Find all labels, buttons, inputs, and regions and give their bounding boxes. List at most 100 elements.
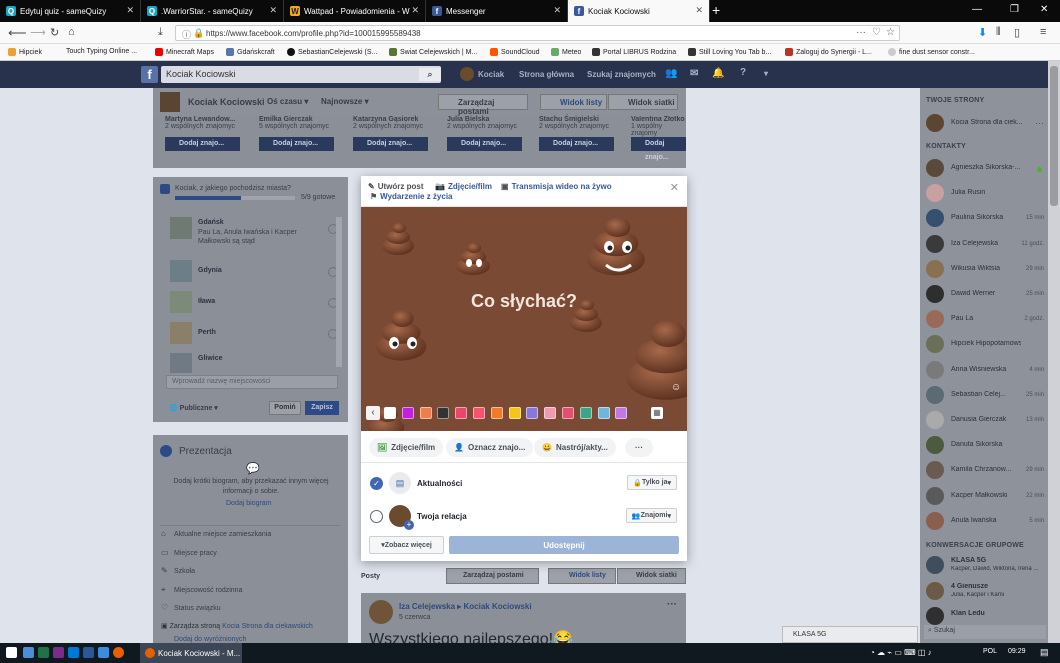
restore-icon[interactable]: ❐ xyxy=(1010,4,1019,15)
taskbar-active-app[interactable]: Kociak Kociowski - M... xyxy=(140,643,242,663)
post-date[interactable]: 5 czerwca xyxy=(399,614,431,621)
group-chat-item[interactable]: Klan Ledu xyxy=(926,607,1046,627)
bookmark-item[interactable]: Meteo xyxy=(551,48,581,56)
background-swatch[interactable] xyxy=(401,407,414,419)
skip-button[interactable]: Pomiń xyxy=(269,401,301,415)
library-icon[interactable]: ⫴ xyxy=(996,26,1001,39)
reload-icon[interactable]: ↻ xyxy=(50,26,59,39)
add-featured-link[interactable]: Dodaj do wyróżnionych xyxy=(174,636,246,643)
group-chat-item[interactable]: KLASA 5G Kacper, Dawid, Wiktoria, Irena … xyxy=(926,556,1046,576)
post-background[interactable]: Co słychać? ☺ ‹ ▦ xyxy=(361,207,687,431)
close-icon[interactable]: ✕ xyxy=(411,5,419,16)
download-status-icon[interactable]: ⤓ xyxy=(158,26,163,39)
bookmark-item[interactable]: Gdańskcraft xyxy=(226,48,275,56)
back-arrow-icon[interactable]: ‹ xyxy=(366,406,380,420)
contact-item[interactable]: Kamila Chrzanow... 29 min xyxy=(926,461,1046,481)
chat-search-input[interactable]: ⌕ Szukaj xyxy=(924,625,1046,639)
excel-icon[interactable] xyxy=(38,647,49,658)
chat-tab[interactable]: KLASA 5G xyxy=(782,626,918,643)
browser-tab[interactable]: Q .WarriorStar. - sameQuizy ✕ xyxy=(141,0,284,22)
city-option[interactable]: Gdynia xyxy=(170,258,340,286)
avatar[interactable] xyxy=(369,600,393,624)
post-prompt[interactable]: Co słychać? xyxy=(361,291,687,312)
save-button[interactable]: Zapisz xyxy=(305,401,339,415)
city-option[interactable]: Iława xyxy=(170,289,340,317)
contact-item[interactable]: Anna Wiśniewska 4 min xyxy=(926,360,1046,381)
profile-name[interactable]: Kociak Kociowski xyxy=(188,97,265,107)
tray-icons[interactable]: ◔ ☁ ⌁ ▭ ⌨ ◫ ♪ xyxy=(870,648,932,657)
avatar[interactable] xyxy=(160,92,180,112)
city-option[interactable]: Gliwice xyxy=(170,351,340,373)
contact-item[interactable]: Danusia Gierczak 13 min xyxy=(926,411,1046,431)
contact-item[interactable]: Wikusia Wiktsia 29 min xyxy=(926,259,1046,280)
city-option[interactable]: Perth xyxy=(170,320,340,348)
contact-item[interactable]: Anula Iwańska 5 min xyxy=(926,511,1046,532)
sidebar-icon[interactable]: ▯ xyxy=(1014,26,1020,39)
tab-create-post[interactable]: ✎ Utwórz post xyxy=(368,182,423,191)
more-options-icon[interactable]: ··· xyxy=(625,438,653,457)
clock[interactable]: 09:29 xyxy=(1008,648,1026,655)
windows-start-icon[interactable] xyxy=(6,647,17,658)
see-more-button[interactable]: ▾ Zobacz więcej xyxy=(369,536,444,554)
share-button[interactable]: Udostępnij xyxy=(449,536,679,554)
bookmark-item[interactable]: Minecraft Maps xyxy=(155,48,214,56)
background-swatch[interactable] xyxy=(384,407,396,419)
list-scrollbar[interactable] xyxy=(336,217,342,367)
mail-icon[interactable] xyxy=(68,647,79,658)
back-icon[interactable]: ⟵ xyxy=(8,25,27,41)
intro-item[interactable]: Miejscowość rodzinna xyxy=(174,587,242,594)
intro-item[interactable]: Aktualne miejsce zamieszkania xyxy=(174,531,271,538)
browser-tab[interactable]: Q Edytuj quiz - sameQuizy ✕ xyxy=(0,0,141,22)
background-swatch[interactable] xyxy=(473,407,485,419)
emoji-icon[interactable]: ☺ xyxy=(671,382,681,393)
page-item[interactable]: Kocia Strona dla ciek... ··· xyxy=(926,114,1046,134)
scrollbar-thumb[interactable] xyxy=(1050,66,1058,206)
add-friend-button[interactable]: Dodaj znajo... xyxy=(631,137,686,161)
intro-item[interactable]: Status związku xyxy=(174,605,221,612)
add-friend-button[interactable]: Dodaj znajo... xyxy=(259,137,334,151)
grid-view-button[interactable]: Widok siatki xyxy=(608,94,678,110)
more-options-icon[interactable]: ··· xyxy=(667,599,677,610)
feed-privacy-dropdown[interactable]: 🔒 Tylko ja ▾ xyxy=(627,475,677,490)
background-swatch[interactable] xyxy=(544,407,557,419)
home-link[interactable]: Strona główna xyxy=(519,70,574,79)
notification-center-icon[interactable]: ▤ xyxy=(1040,647,1049,658)
menu-icon[interactable]: ≡ xyxy=(1040,26,1046,38)
friend-requests-icon[interactable]: 👥 xyxy=(665,68,677,79)
grid-icon[interactable]: ▦ xyxy=(651,407,663,419)
add-friend-button[interactable]: Dodaj znajo... xyxy=(539,137,614,151)
forward-icon[interactable]: ⟶ xyxy=(30,26,46,39)
contact-item[interactable]: Iza Celejewska 11 godz. xyxy=(926,234,1046,255)
tab-photo-video[interactable]: 📷 Zdjęcie/film xyxy=(435,182,492,191)
browser-tab[interactable]: W Wattpad - Powiadomienia - W ✕ xyxy=(284,0,426,22)
add-friend-button[interactable]: Dodaj znajo... xyxy=(165,137,240,151)
find-friends-link[interactable]: Szukaj znajomych xyxy=(587,70,656,79)
grid-view-button[interactable]: Widok siatki xyxy=(617,568,686,584)
timeline-dropdown[interactable]: Oś czasu ▾ xyxy=(267,97,308,106)
profile-link[interactable]: Kociak xyxy=(478,70,504,79)
city-input[interactable]: Wprowadź nazwę miejscowości xyxy=(166,375,338,389)
background-swatch[interactable] xyxy=(455,407,468,419)
word-icon[interactable] xyxy=(83,647,94,658)
messages-icon[interactable]: ✉ xyxy=(690,68,698,79)
intro-item[interactable]: Szkoła xyxy=(174,568,195,575)
contact-item[interactable]: Agnieszka Sikorska-... xyxy=(926,159,1046,179)
help-icon[interactable]: ? xyxy=(740,67,746,78)
add-bio-link[interactable]: Dodaj biogram xyxy=(226,500,272,507)
chevron-down-icon[interactable]: ▾ xyxy=(764,69,768,78)
tag-friends-button[interactable]: 👤 Oznacz znajo... xyxy=(446,438,534,457)
minimize-icon[interactable]: — xyxy=(972,4,982,15)
background-swatch[interactable] xyxy=(526,407,539,419)
page-link[interactable]: Kocia Strona dla ciekawskich xyxy=(222,623,313,630)
language-indicator[interactable]: POL xyxy=(983,648,997,655)
home-icon[interactable]: ⌂ xyxy=(68,26,75,38)
facebook-search-input[interactable]: Kociak Kociowski ⌕ xyxy=(161,66,441,83)
contact-item[interactable]: Pau La 2 godz. xyxy=(926,310,1046,330)
firefox-icon[interactable] xyxy=(113,647,124,658)
add-friend-button[interactable]: Dodaj znajo... xyxy=(447,137,522,151)
star-icon[interactable]: ☆ xyxy=(886,27,895,38)
bookmark-item[interactable]: SoundCloud xyxy=(490,48,540,56)
privacy-dropdown[interactable]: 🌐 Publiczne ▾ xyxy=(169,404,218,412)
add-friend-button[interactable]: Dodaj znajo... xyxy=(353,137,428,151)
post-author[interactable]: Iza Celejewska ▸ Kociak Kociowski xyxy=(399,602,532,611)
